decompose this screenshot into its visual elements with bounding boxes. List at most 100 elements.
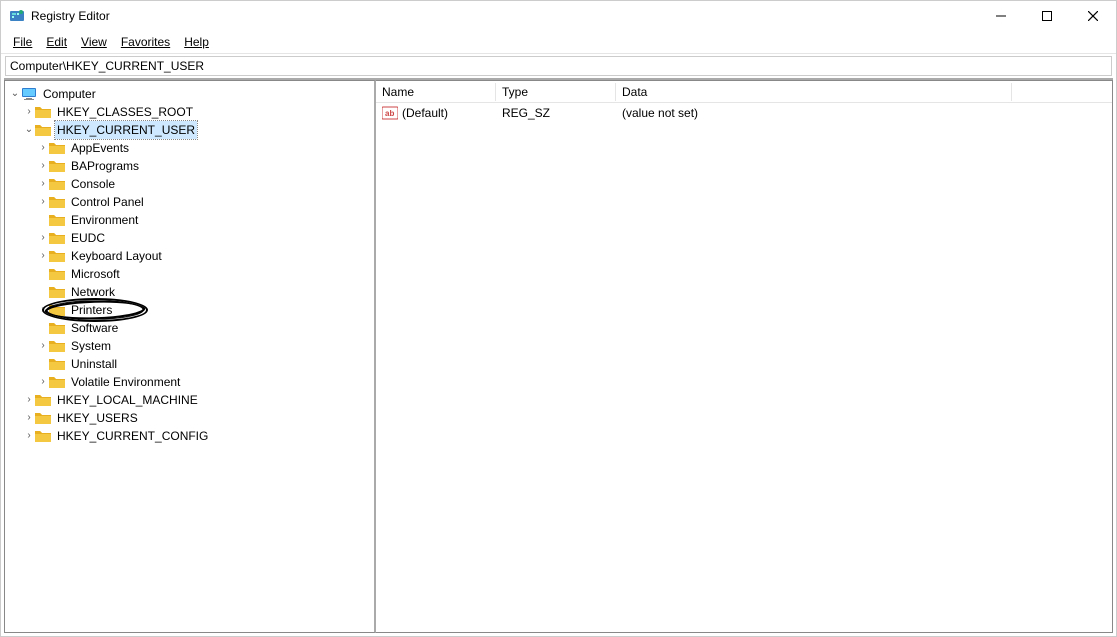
chevron-right-icon[interactable]: › [23,391,35,409]
folder-icon [35,411,51,425]
svg-text:ab: ab [385,109,394,118]
value-data: (value not set) [616,106,1112,120]
chevron-right-icon[interactable]: › [37,337,49,355]
tree-node-keyboard[interactable]: › Keyboard Layout [9,247,374,265]
chevron-right-icon[interactable]: › [37,193,49,211]
tree-node-volatile[interactable]: › Volatile Environment [9,373,374,391]
chevron-right-icon[interactable]: › [37,139,49,157]
tree-label: HKEY_CURRENT_CONFIG [55,427,210,445]
menu-help[interactable]: Help [178,33,215,51]
folder-icon [35,393,51,407]
chevron-right-icon[interactable]: › [23,103,35,121]
tree-node-network[interactable]: ›Network [9,283,374,301]
tree-node-baprograms[interactable]: › BAPrograms [9,157,374,175]
chevron-right-icon[interactable]: › [37,247,49,265]
values-pane[interactable]: Name Type Data ab (Default) REG_SZ (valu… [376,80,1113,633]
tree-node-environment[interactable]: ›Environment [9,211,374,229]
menubar: File Edit View Favorites Help [1,31,1116,54]
menu-view[interactable]: View [75,33,113,51]
maximize-button[interactable] [1024,1,1070,31]
folder-icon [35,123,51,137]
close-button[interactable] [1070,1,1116,31]
tree-label: Computer [41,85,98,103]
chevron-right-icon[interactable]: › [37,373,49,391]
tree-label: EUDC [69,229,107,247]
tree-label: Software [69,319,120,337]
minimize-button[interactable] [978,1,1024,31]
folder-icon [49,321,65,335]
tree-node-uninstall[interactable]: ›Uninstall [9,355,374,373]
menu-file[interactable]: File [7,33,38,51]
tree-node-microsoft[interactable]: ›Microsoft [9,265,374,283]
folder-icon [49,267,65,281]
folder-icon [49,339,65,353]
tree-label: HKEY_CLASSES_ROOT [55,103,195,121]
chevron-right-icon[interactable]: › [23,409,35,427]
folder-icon [49,213,65,227]
computer-icon [21,87,37,101]
content-area: ⌄ Computer › HKEY_CLASSES_ROOT ⌄ HKEY_CU… [4,78,1113,633]
tree-node-system[interactable]: › System [9,337,374,355]
menu-edit[interactable]: Edit [40,33,73,51]
tree-pane[interactable]: ⌄ Computer › HKEY_CLASSES_ROOT ⌄ HKEY_CU… [4,80,376,633]
titlebar: Registry Editor [1,1,1116,31]
folder-icon [49,357,65,371]
folder-icon [49,303,65,317]
tree-label: Console [69,175,117,193]
tree-label: Microsoft [69,265,122,283]
menu-favorites[interactable]: Favorites [115,33,176,51]
folder-icon [49,249,65,263]
tree-node-software[interactable]: ›Software [9,319,374,337]
chevron-down-icon[interactable]: ⌄ [9,85,21,103]
tree-label: HKEY_CURRENT_USER [55,121,197,139]
chevron-right-icon[interactable]: › [37,175,49,193]
tree-label: System [69,337,113,355]
folder-icon [49,231,65,245]
col-header-type[interactable]: Type [496,83,616,101]
chevron-down-icon[interactable]: ⌄ [23,121,35,139]
tree-node-printers[interactable]: › Printers [9,301,374,319]
tree-label: BAPrograms [69,157,141,175]
chevron-right-icon[interactable]: › [23,427,35,445]
tree-label: HKEY_USERS [55,409,140,427]
tree-label: Printers [69,301,114,319]
tree-node-controlpanel[interactable]: › Control Panel [9,193,374,211]
col-header-name[interactable]: Name [376,83,496,101]
list-row[interactable]: ab (Default) REG_SZ (value not set) [376,103,1112,123]
tree-node-computer[interactable]: ⌄ Computer [9,85,374,103]
tree-node-hkcr[interactable]: › HKEY_CLASSES_ROOT [9,103,374,121]
chevron-right-icon[interactable]: › [37,301,49,319]
col-header-data[interactable]: Data [616,83,1012,101]
folder-icon [49,375,65,389]
tree-node-hklm[interactable]: › HKEY_LOCAL_MACHINE [9,391,374,409]
col-header-extra[interactable] [1012,90,1112,94]
tree-node-console[interactable]: › Console [9,175,374,193]
chevron-right-icon[interactable]: › [37,157,49,175]
tree-node-hku[interactable]: › HKEY_USERS [9,409,374,427]
tree-label: HKEY_LOCAL_MACHINE [55,391,200,409]
address-bar[interactable]: Computer\HKEY_CURRENT_USER [5,56,1112,76]
folder-icon [49,195,65,209]
tree-label: Control Panel [69,193,146,211]
folder-icon [35,105,51,119]
tree-label: Uninstall [69,355,119,373]
folder-icon [49,159,65,173]
tree-node-appevents[interactable]: ›AppEvents [9,139,374,157]
tree-label: Volatile Environment [69,373,182,391]
tree-label: Environment [69,211,140,229]
folder-icon [49,141,65,155]
folder-icon [35,429,51,443]
tree-node-hkcu[interactable]: ⌄ HKEY_CURRENT_USER [9,121,374,139]
chevron-right-icon[interactable]: › [37,229,49,247]
folder-icon [49,285,65,299]
tree-label: Network [69,283,117,301]
tree-label: Keyboard Layout [69,247,164,265]
value-type: REG_SZ [496,106,616,120]
address-text: Computer\HKEY_CURRENT_USER [10,59,204,73]
tree-node-hkcc[interactable]: › HKEY_CURRENT_CONFIG [9,427,374,445]
tree-node-eudc[interactable]: › EUDC [9,229,374,247]
folder-icon [49,177,65,191]
string-value-icon: ab [382,106,398,120]
window-title: Registry Editor [31,9,978,23]
list-header: Name Type Data [376,81,1112,103]
